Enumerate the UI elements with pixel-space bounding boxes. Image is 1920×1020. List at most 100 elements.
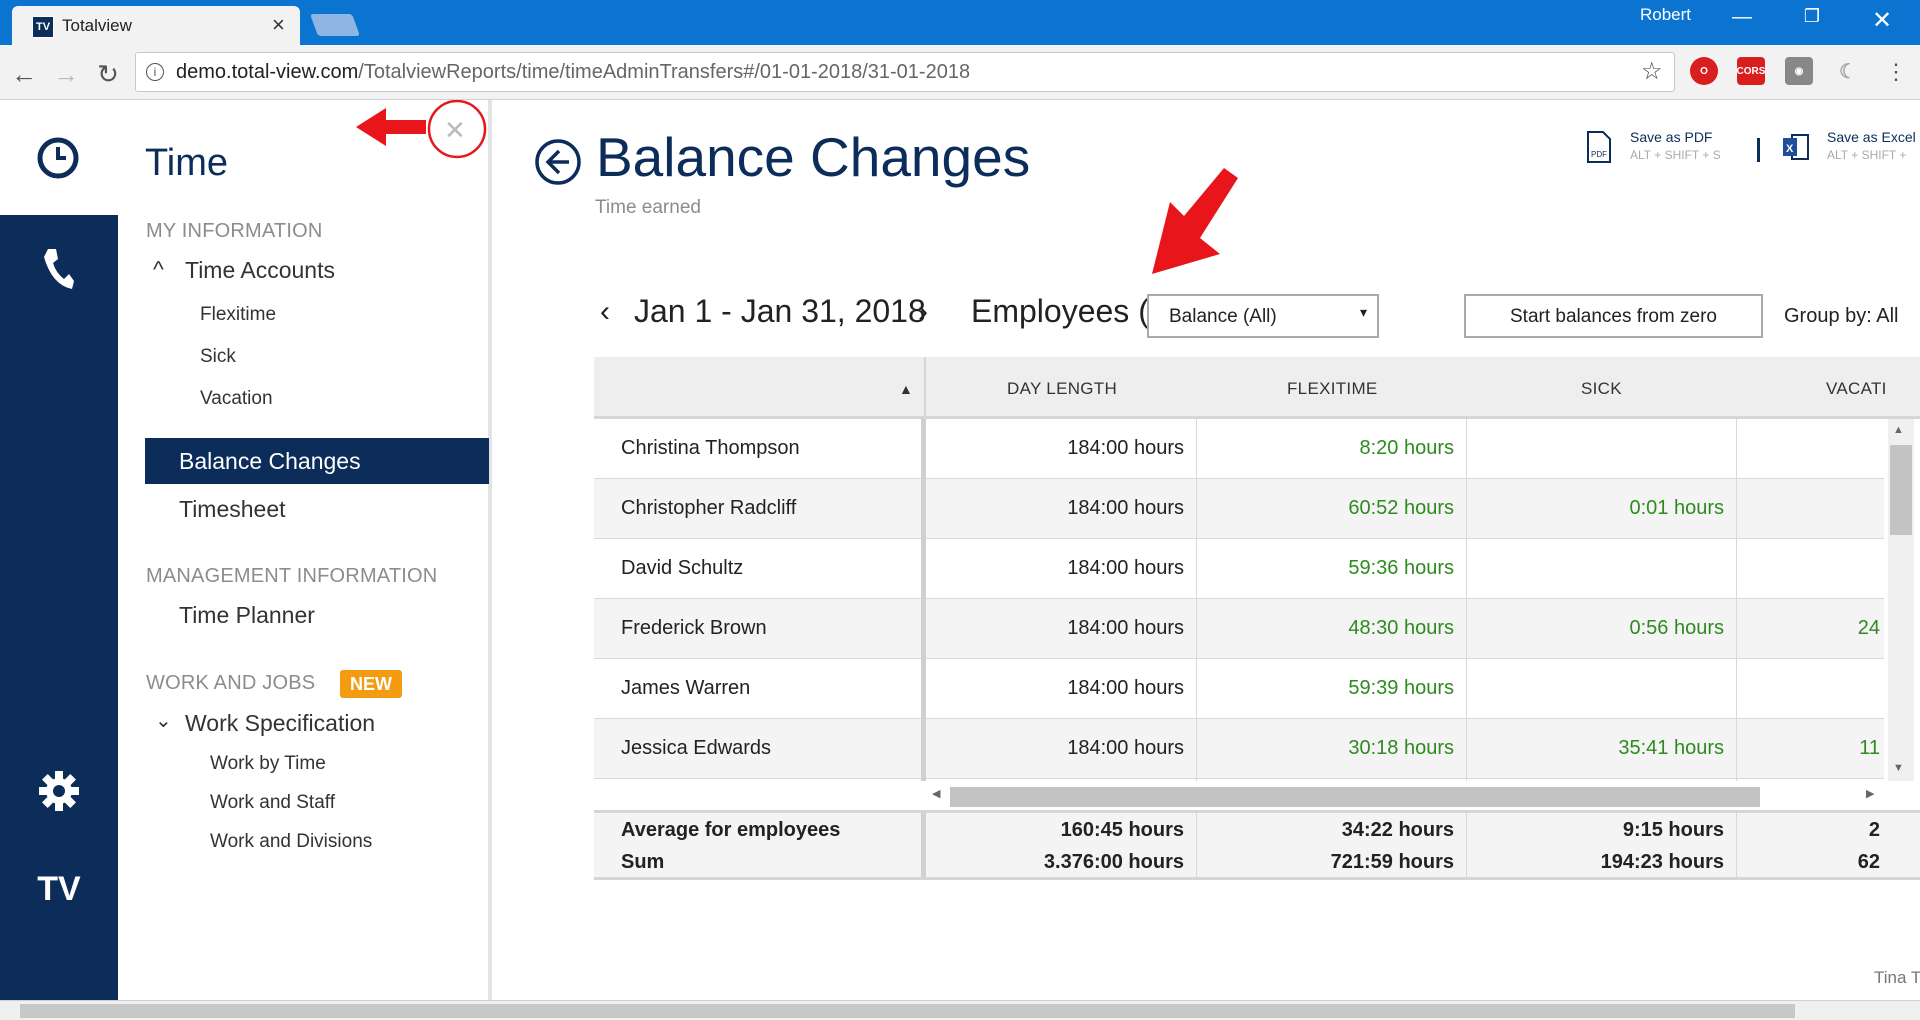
tv-logo[interactable]: TV: [0, 870, 118, 909]
flexitime-value: 48:30 hours: [1348, 617, 1454, 639]
avg-sick: 9:15 hours: [1622, 819, 1724, 841]
sidebar-item-sick[interactable]: Sick: [200, 346, 236, 368]
scroll-up-icon[interactable]: ▲: [1893, 424, 1904, 436]
footer-divider: [921, 813, 926, 877]
column-header-sick[interactable]: SICK: [1581, 379, 1622, 399]
minimize-icon[interactable]: —: [1720, 6, 1764, 36]
back-icon[interactable]: ←: [8, 59, 40, 90]
tab-favicon-icon: TV: [32, 16, 54, 38]
column-divider: [1736, 419, 1737, 781]
save-as-excel-button[interactable]: X Save as Excel ALT + SHIFT +: [1782, 128, 1920, 168]
opera-icon[interactable]: O: [1690, 57, 1718, 85]
chevron-down-icon[interactable]: ⌄: [155, 708, 172, 733]
scroll-left-icon[interactable]: ◀: [932, 787, 940, 800]
group-by-select[interactable]: Group by: All: [1784, 305, 1899, 328]
section-my-information: MY INFORMATION: [146, 220, 323, 242]
day-length-value: 184:00 hours: [1067, 437, 1184, 459]
tab-close-icon[interactable]: ×: [272, 12, 285, 38]
sidebar-item-time-planner[interactable]: Time Planner: [179, 602, 315, 629]
sidebar-title: Time: [145, 142, 229, 184]
sidebar-item-work-and-staff[interactable]: Work and Staff: [210, 792, 335, 814]
url-field[interactable]: i demo.total-view.com/TotalviewReports/t…: [135, 52, 1675, 92]
header-divider: [924, 357, 926, 419]
svg-text:X: X: [1786, 143, 1794, 155]
sum-sick: 194:23 hours: [1600, 851, 1724, 873]
day-length-value: 184:00 hours: [1067, 557, 1184, 579]
tab-title: Totalview: [62, 16, 132, 35]
browser-tab[interactable]: TV Totalview ×: [12, 6, 300, 45]
rail-item-phone[interactable]: [0, 215, 118, 325]
balance-select[interactable]: Balance (All) ▾: [1147, 294, 1379, 338]
clock-icon: [37, 137, 79, 179]
day-length-value: 184:00 hours: [1067, 737, 1184, 759]
sidebar-item-work-specification[interactable]: Work Specification: [185, 710, 375, 737]
sidebar-item-timesheet[interactable]: Timesheet: [179, 496, 286, 523]
svg-text:PDF: PDF: [1591, 150, 1607, 159]
new-tab-button[interactable]: [309, 14, 361, 36]
sum-day-length: 3.376:00 hours: [1043, 851, 1184, 873]
prev-month-button[interactable]: ‹: [600, 295, 610, 329]
table-row[interactable]: Frederick Brown 184:00 hours 48:30 hours…: [594, 599, 1884, 659]
cors-icon[interactable]: CORS: [1737, 57, 1765, 85]
bookmark-star-icon[interactable]: ☆: [1641, 57, 1663, 86]
column-header-day-length[interactable]: DAY LENGTH: [1007, 379, 1117, 399]
browser-menu-icon[interactable]: ⋮: [1880, 59, 1912, 85]
pdf-icon: PDF: [1587, 131, 1611, 163]
table-row[interactable]: Christina Thompson 184:00 hours 8:20 hou…: [594, 419, 1884, 479]
horizontal-scroll-thumb[interactable]: [950, 787, 1760, 807]
page-title: Balance Changes: [596, 126, 1031, 188]
flexitime-value: 8:20 hours: [1359, 437, 1454, 459]
sidebar-item-vacation[interactable]: Vacation: [200, 388, 273, 410]
sort-asc-icon[interactable]: ▲: [899, 381, 913, 397]
column-divider: [1466, 813, 1467, 877]
moon-icon[interactable]: ☾: [1834, 57, 1862, 85]
forward-icon[interactable]: →: [50, 59, 82, 90]
sidebar-item-work-by-time[interactable]: Work by Time: [210, 753, 326, 775]
reload-icon[interactable]: ↻: [92, 59, 124, 90]
table-row[interactable]: Jessica Edwards 184:00 hours 30:18 hours…: [594, 719, 1884, 779]
employee-name: Christina Thompson: [621, 437, 800, 459]
sidebar-item-flexitime[interactable]: Flexitime: [200, 304, 276, 326]
date-range[interactable]: Jan 1 - Jan 31, 2018: [634, 293, 926, 330]
column-divider: [1736, 813, 1737, 877]
table-row[interactable]: James Warren 184:00 hours 59:39 hours: [594, 659, 1884, 719]
window-close-icon[interactable]: ✕: [1860, 6, 1904, 36]
sidebar-item-label: Balance Changes: [179, 448, 361, 474]
camera-icon[interactable]: ◉: [1785, 57, 1813, 85]
chevron-up-icon[interactable]: ^: [153, 256, 164, 283]
save-as-pdf-button[interactable]: PDF Save as PDF ALT + SHIFT + S: [1586, 128, 1746, 168]
arrow-annotation: [1152, 168, 1238, 274]
vacation-value: 11: [1859, 737, 1880, 759]
scroll-right-icon[interactable]: ▶: [1866, 787, 1874, 800]
avg-day-length: 160:45 hours: [1060, 819, 1184, 841]
table-row[interactable]: David Schultz 184:00 hours 59:36 hours: [594, 539, 1884, 599]
flexitime-value: 30:18 hours: [1348, 737, 1454, 759]
info-icon[interactable]: i: [146, 63, 164, 81]
table-row[interactable]: Christopher Radcliff 184:00 hours 60:52 …: [594, 479, 1884, 539]
balance-select-value: Balance (All): [1169, 306, 1277, 327]
column-header-vacation[interactable]: VACATI: [1826, 379, 1887, 399]
vacation-value: 24: [1857, 617, 1880, 639]
restore-icon[interactable]: ❐: [1790, 6, 1834, 36]
excel-icon: X: [1783, 134, 1809, 160]
start-balances-from-zero-button[interactable]: Start balances from zero: [1464, 294, 1763, 338]
column-header-flexitime[interactable]: FLEXITIME: [1287, 379, 1378, 399]
sidebar-item-work-and-divisions[interactable]: Work and Divisions: [210, 831, 372, 853]
scroll-down-icon[interactable]: ▼: [1893, 762, 1904, 774]
rail-item-time[interactable]: [0, 100, 118, 215]
sidebar-item-balance-changes[interactable]: Balance Changes: [145, 438, 489, 484]
sum-label: Sum: [621, 851, 665, 873]
sidebar-item-time-accounts[interactable]: Time Accounts: [185, 257, 335, 284]
rail-item-settings[interactable]: [0, 750, 118, 840]
back-circle-icon[interactable]: [534, 138, 582, 186]
sidebar-divider: [488, 100, 492, 1000]
logged-in-user: Tina T: [1874, 968, 1920, 987]
sum-vacation: 62: [1857, 851, 1880, 873]
next-month-button[interactable]: ›: [918, 295, 928, 329]
page-scroll-thumb[interactable]: [20, 1004, 1795, 1018]
browser-user-name[interactable]: Robert: [1640, 5, 1691, 25]
employee-name: Christopher Radcliff: [621, 497, 797, 519]
frozen-column-divider: [921, 419, 926, 781]
vertical-scroll-thumb[interactable]: [1890, 445, 1912, 535]
pin-icon[interactable]: ✕: [444, 115, 466, 146]
